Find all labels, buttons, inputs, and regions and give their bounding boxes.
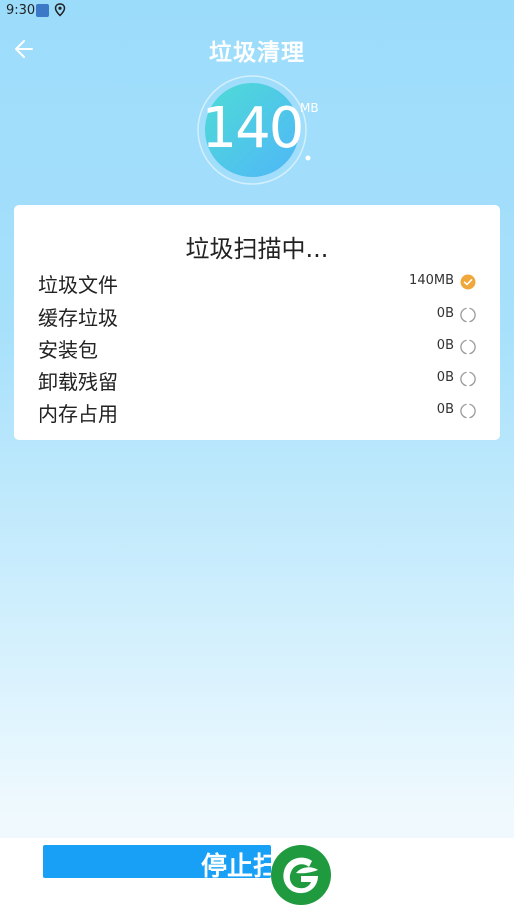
scan-row-label: 内存占用	[38, 402, 118, 426]
scan-row-size: 0B	[436, 338, 454, 353]
scan-row-install-packages: 安装包 0B	[14, 331, 500, 363]
gauge-value: 140	[201, 96, 305, 161]
app-logo-icon	[271, 845, 331, 905]
scan-row-label: 安装包	[38, 338, 98, 362]
status-time: 9:30	[6, 3, 36, 18]
scan-title: 垃圾扫描中...	[185, 235, 329, 263]
scan-row-memory: 内存占用 0B	[14, 395, 500, 427]
loading-spinner-icon	[460, 307, 476, 323]
stop-scan-label: 停止扫描	[201, 852, 271, 878]
scan-row-junk-files: 垃圾文件 140MB	[14, 266, 500, 298]
stop-scan-button[interactable]: 停止扫描	[43, 845, 271, 878]
status-bar: 9:30	[0, 0, 514, 22]
scan-row-cache: 缓存垃圾 0B	[14, 299, 500, 331]
scan-row-label: 卸载残留	[38, 370, 118, 394]
scan-row-uninstall-residue: 卸载残留 0B	[14, 363, 500, 395]
scan-card: 垃圾扫描中... 垃圾文件 140MB 缓存垃圾 0B 安装包 0B 卸载残留 …	[14, 205, 500, 440]
gauge-unit: MB	[300, 101, 319, 115]
scan-row-label: 缓存垃圾	[38, 306, 118, 330]
scan-row-size: 140MB	[409, 273, 454, 288]
loading-spinner-icon	[460, 403, 476, 419]
scan-row-size: 0B	[436, 402, 454, 417]
gauge-dot	[305, 155, 311, 161]
scan-row-size: 0B	[436, 370, 454, 385]
loading-spinner-icon	[460, 371, 476, 387]
page-title: 垃圾清理	[209, 40, 305, 66]
app-notification-icon	[36, 4, 49, 17]
scan-row-label: 垃圾文件	[38, 273, 118, 297]
loading-spinner-icon	[460, 339, 476, 355]
location-icon	[54, 3, 66, 17]
scan-row-size: 0B	[436, 306, 454, 321]
check-icon	[460, 274, 476, 290]
